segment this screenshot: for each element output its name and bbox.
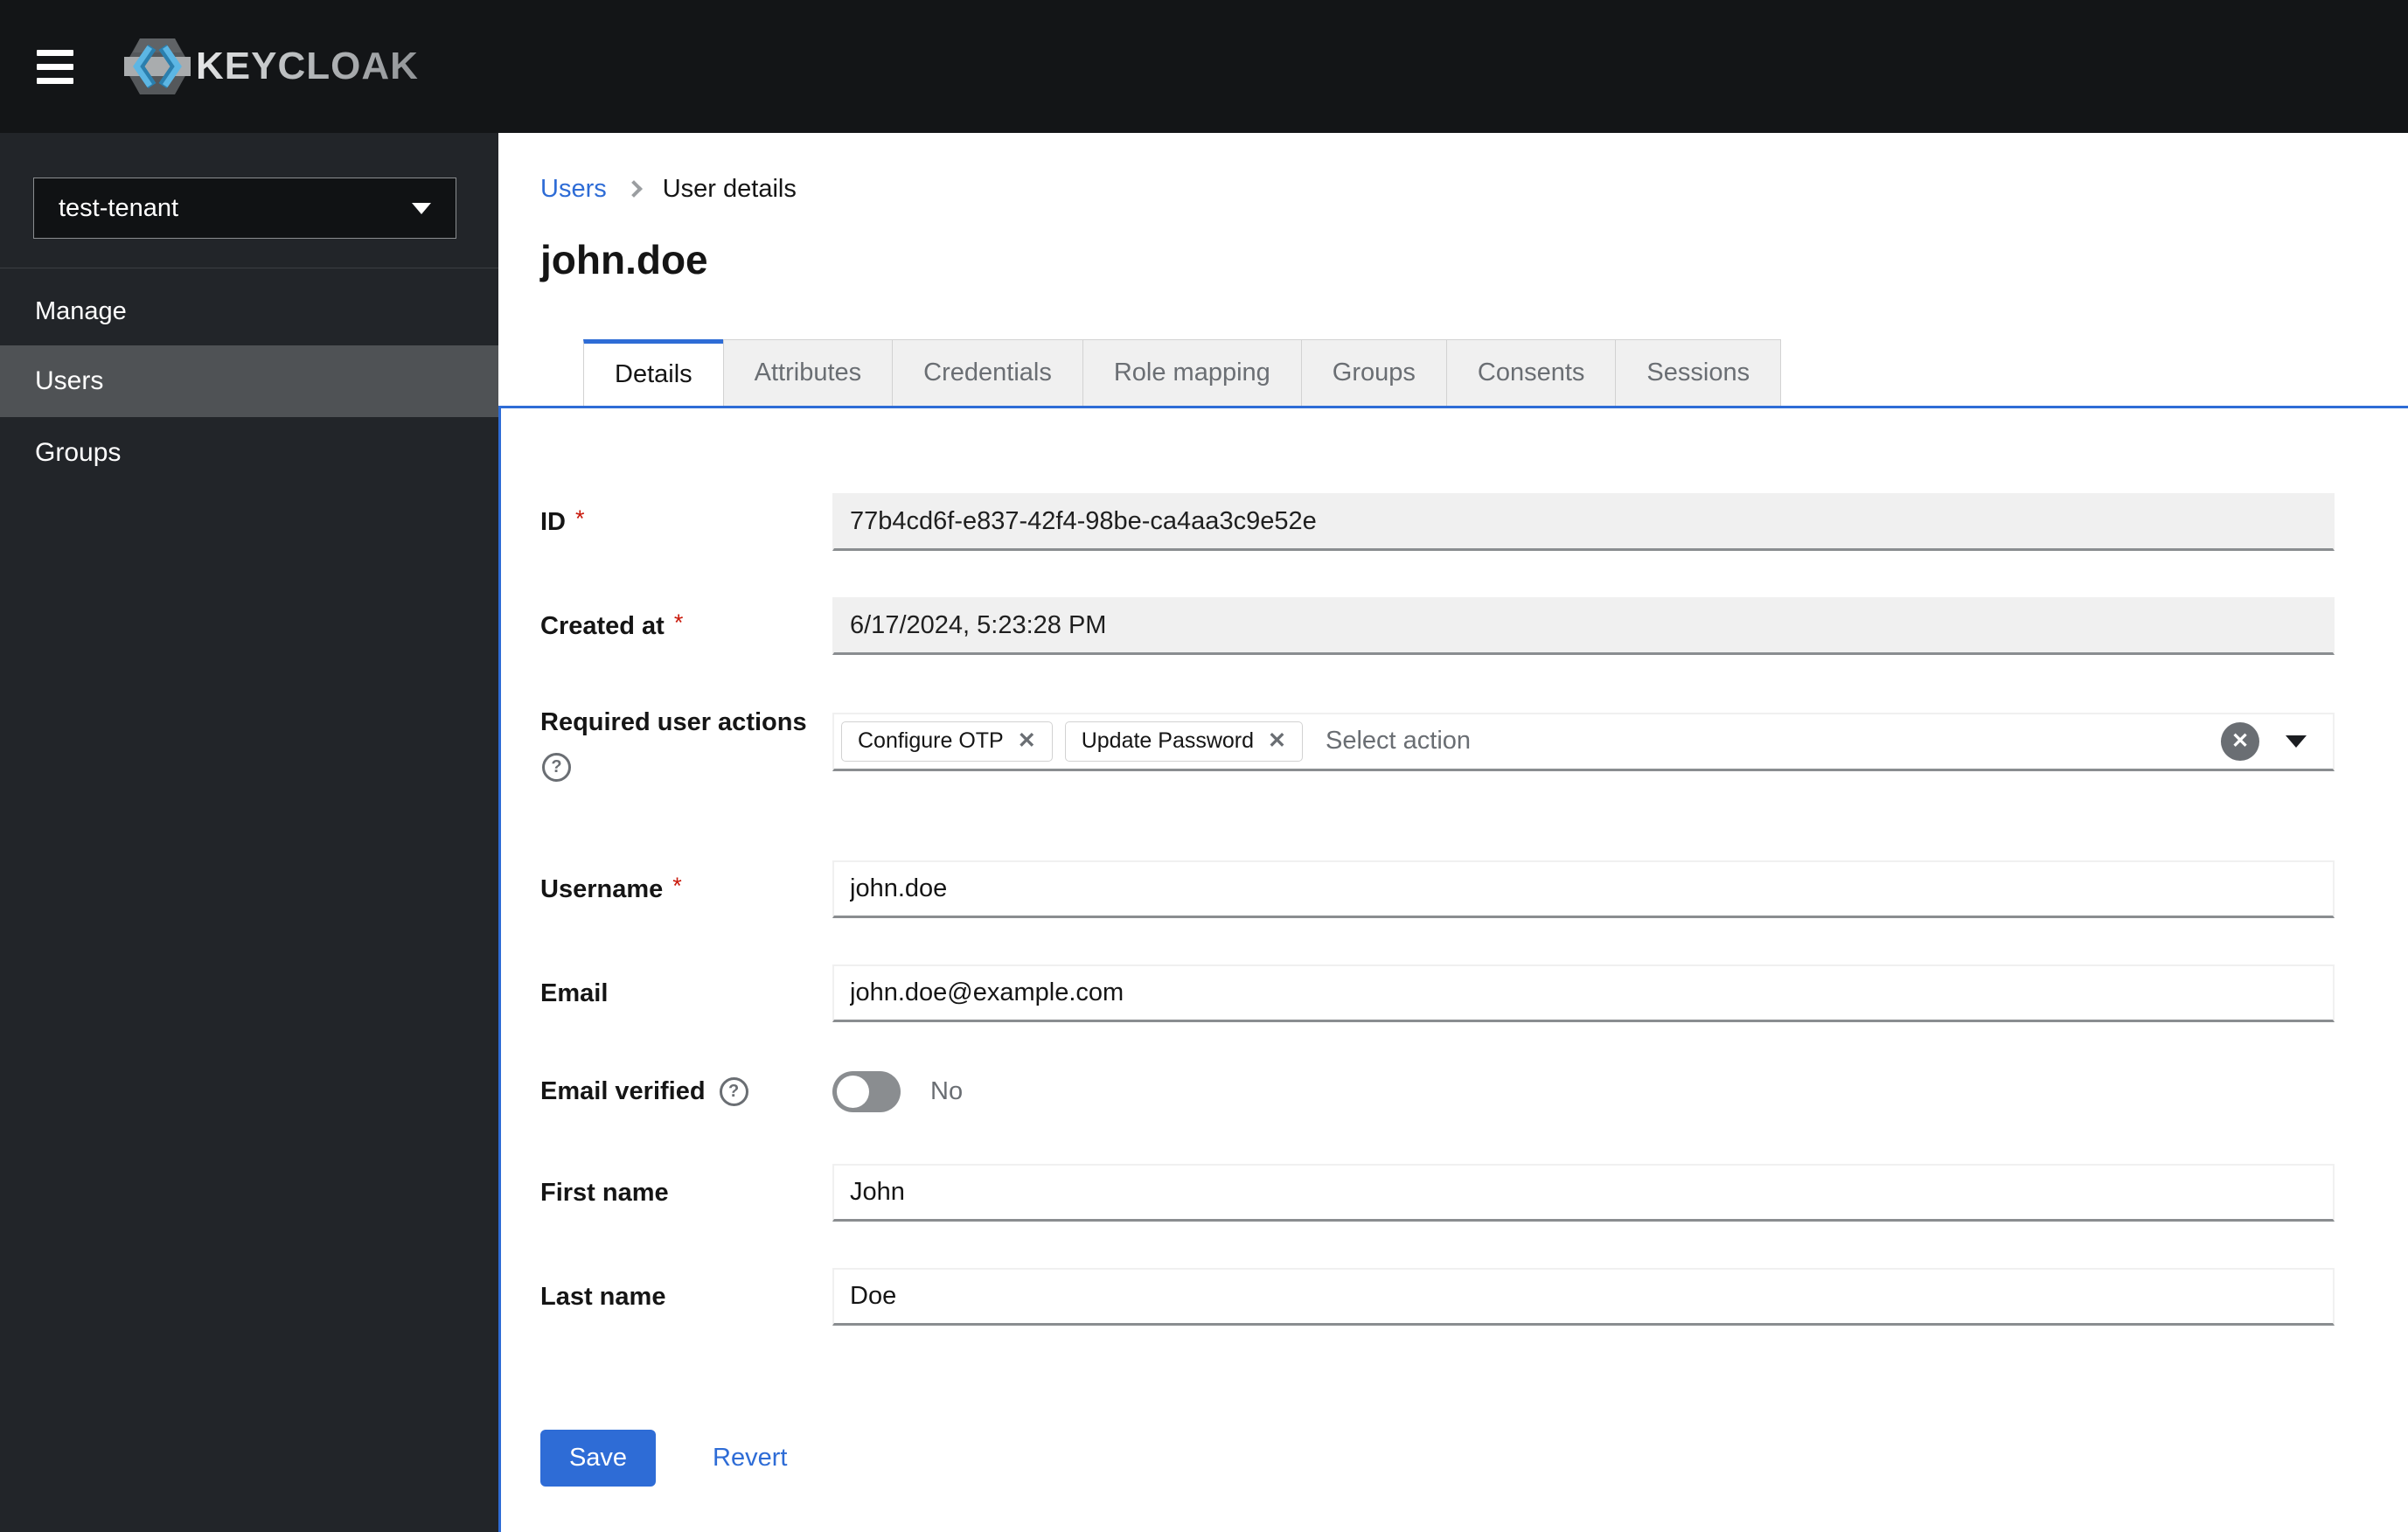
sidebar-item-users[interactable]: Users: [0, 345, 498, 417]
chevron-down-icon: [412, 202, 431, 214]
nav-section-manage: Manage: [35, 296, 127, 325]
masthead: KEYCLOAK: [0, 0, 2408, 133]
clear-all-icon[interactable]: ✕: [2221, 721, 2259, 761]
created-at-field: [832, 597, 2335, 655]
chip-update-password: Update Password ✕: [1064, 721, 1303, 762]
chevron-down-icon[interactable]: [2286, 735, 2307, 748]
realm-selector[interactable]: test-tenant: [33, 178, 456, 239]
form-row-created-at: Created at *: [540, 597, 2335, 655]
form-row-email: Email: [540, 964, 2335, 1022]
details-panel: ID * Created at *: [498, 406, 2408, 1532]
tab-attributes[interactable]: Attributes: [722, 339, 894, 406]
breadcrumb-chevron-icon: [624, 180, 643, 198]
tab-role-mapping[interactable]: Role mapping: [1082, 339, 1302, 406]
form-row-id: ID *: [540, 493, 2335, 551]
email-label: Email: [540, 978, 609, 1007]
tab-bar: Details Attributes Credentials Role mapp…: [498, 339, 2408, 406]
email-verified-state: No: [930, 1077, 964, 1105]
breadcrumb-users-link[interactable]: Users: [540, 175, 607, 204]
created-at-label: Created at: [540, 611, 665, 640]
email-verified-toggle[interactable]: [832, 1071, 901, 1112]
help-icon[interactable]: ?: [719, 1077, 748, 1106]
page-title: john.doe: [540, 237, 708, 282]
save-button[interactable]: Save: [540, 1430, 656, 1487]
tab-details[interactable]: Details: [583, 339, 724, 406]
revert-button[interactable]: Revert: [713, 1444, 787, 1473]
breadcrumb: Users User details: [540, 173, 2408, 205]
main-content: Users User details john.doe Details Attr…: [498, 133, 2408, 1532]
required-asterisk: *: [575, 505, 585, 532]
required-asterisk: *: [672, 872, 682, 899]
form-actions: Save Revert: [540, 1430, 2335, 1487]
tab-sessions[interactable]: Sessions: [1615, 339, 1782, 406]
username-label: Username: [540, 874, 664, 903]
id-label: ID: [540, 507, 566, 536]
remove-chip-icon[interactable]: ✕: [1268, 730, 1286, 752]
keycloak-hexagon-icon: [124, 38, 191, 94]
tab-credentials[interactable]: Credentials: [892, 339, 1083, 406]
remove-chip-icon[interactable]: ✕: [1018, 730, 1036, 752]
form-row-email-verified: Email verified ? No: [540, 1069, 2335, 1115]
last-name-field[interactable]: [832, 1268, 2335, 1326]
tab-consents[interactable]: Consents: [1445, 339, 1617, 406]
email-verified-label: Email verified: [540, 1077, 706, 1105]
last-name-label: Last name: [540, 1282, 666, 1311]
email-field[interactable]: [832, 964, 2335, 1022]
required-user-actions-select[interactable]: Configure OTP ✕ Update Password ✕ Select…: [832, 712, 2335, 771]
toggle-knob: [837, 1076, 869, 1108]
breadcrumb-current: User details: [662, 174, 797, 203]
first-name-label: First name: [540, 1178, 669, 1207]
keycloak-logo: KEYCLOAK: [122, 37, 419, 96]
tab-groups[interactable]: Groups: [1300, 339, 1447, 406]
chip-configure-otp: Configure OTP ✕: [841, 721, 1053, 762]
sidebar: test-tenant Manage Users Groups: [0, 133, 498, 1532]
id-field: [832, 493, 2335, 551]
sidebar-item-groups[interactable]: Groups: [0, 417, 498, 489]
realm-selector-value: test-tenant: [59, 193, 179, 222]
brand-name: KEYCLOAK: [196, 45, 419, 87]
username-field[interactable]: [832, 860, 2335, 918]
required-user-actions-label: Required user actions: [540, 708, 807, 736]
form-row-first-name: First name: [540, 1164, 2335, 1222]
first-name-field[interactable]: [832, 1164, 2335, 1222]
form-row-last-name: Last name: [540, 1268, 2335, 1326]
help-icon[interactable]: ?: [542, 753, 571, 782]
required-asterisk: *: [673, 609, 684, 636]
form-row-required-user-actions: Required user actions ? Configure OTP ✕ …: [540, 701, 2335, 782]
sidebar-nav: Users Groups: [0, 345, 498, 489]
form-row-username: Username *: [540, 860, 2335, 918]
select-placeholder: Select action: [1325, 727, 1472, 755]
hamburger-menu-icon[interactable]: [37, 48, 73, 85]
